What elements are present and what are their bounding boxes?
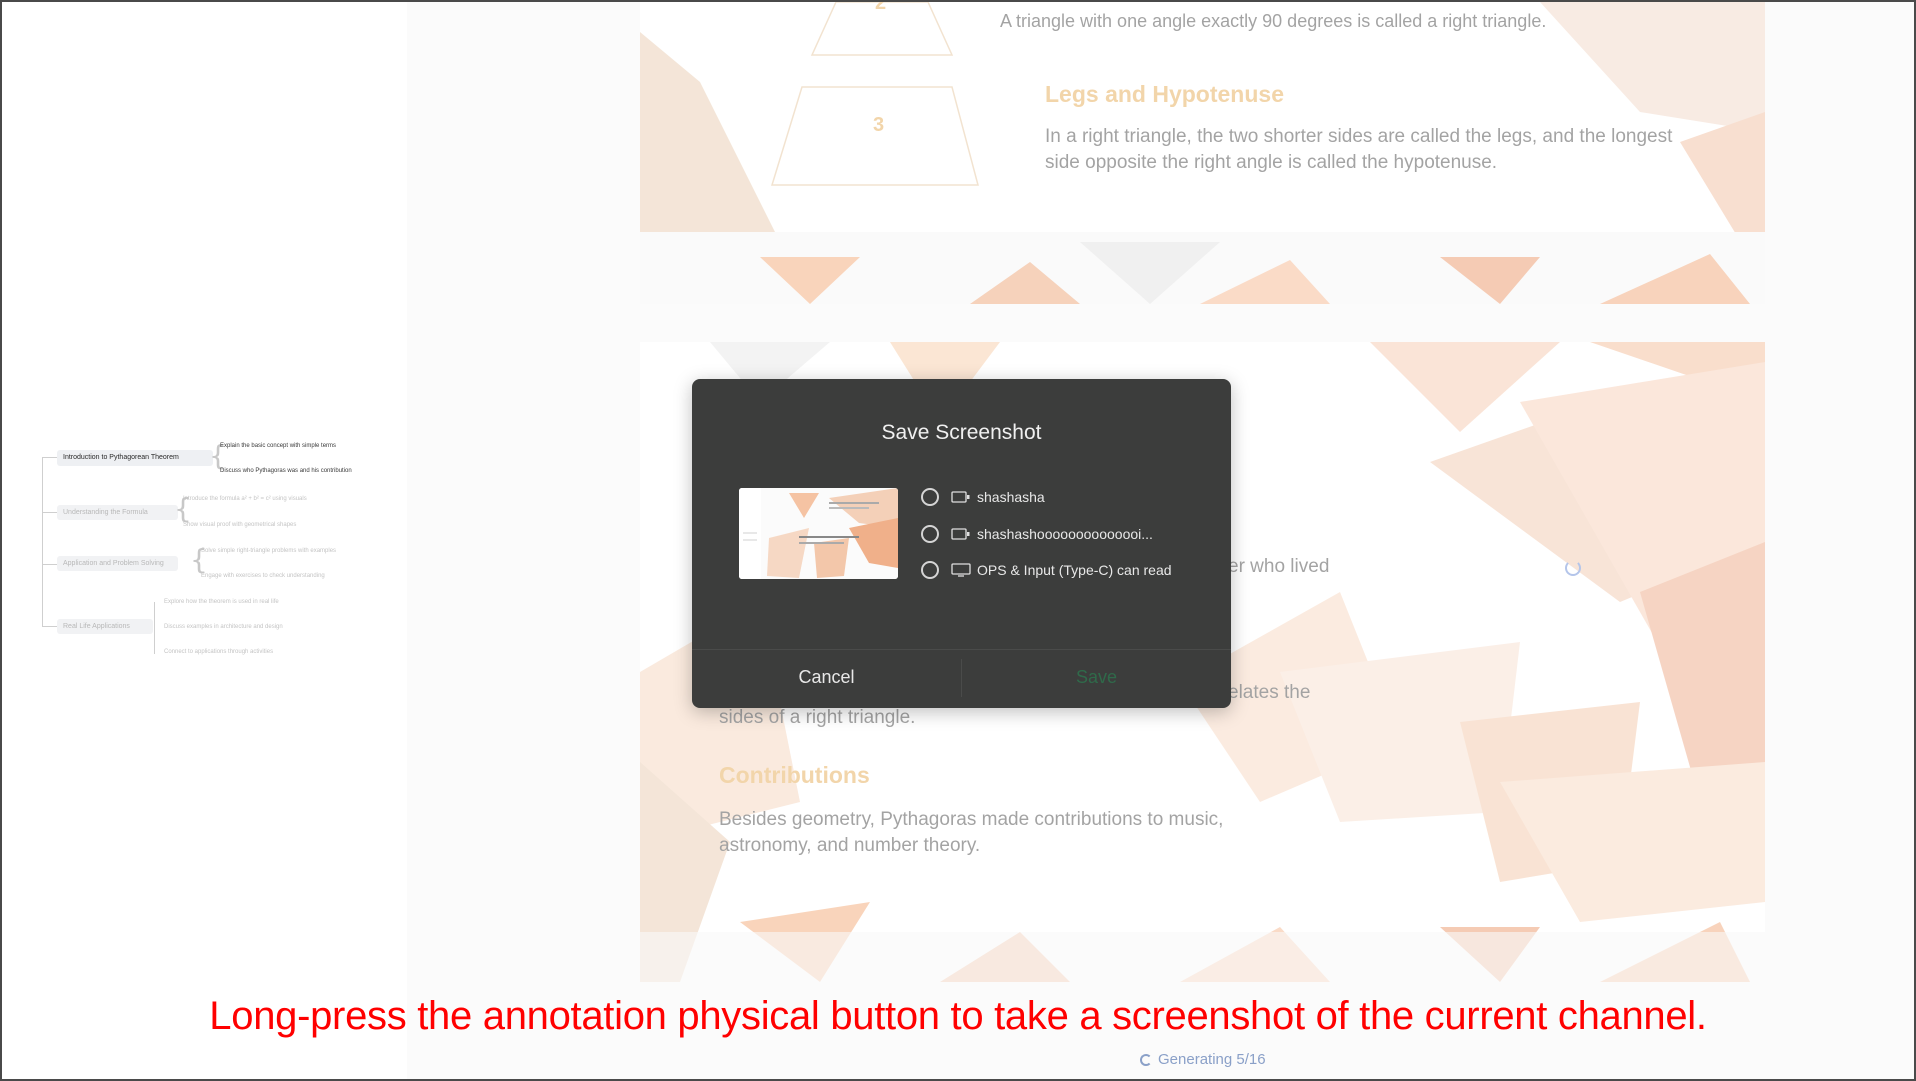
thumbnail-preview-image: [739, 488, 898, 579]
mindmap-trunk: [42, 457, 43, 627]
monitor-icon: [951, 563, 971, 577]
mindmap-branch[interactable]: Real Life Applications: [57, 619, 153, 634]
save-button[interactable]: Save: [962, 651, 1231, 703]
slide-heading: Legs and Hypotenuse: [1045, 81, 1284, 107]
dialog-title: Save Screenshot: [881, 421, 1042, 444]
loading-spinner-icon: [1565, 560, 1581, 576]
status-text: Generating 5/16: [1158, 1051, 1266, 1068]
mindmap-leaf[interactable]: Show visual proof with geometrical shape…: [183, 522, 296, 528]
mindmap-leaf[interactable]: Explain the basic concept with simple te…: [220, 443, 336, 449]
slide-1[interactable]: 2 A triangle with one angle exactly 90 d…: [640, 0, 1765, 304]
tablet-icon: [951, 490, 971, 504]
save-screenshot-dialog: Save Screenshot shashasha shashashoooooo…: [692, 379, 1231, 708]
instruction-caption: Long-press the annotation physical butto…: [209, 994, 1707, 1038]
mindmap-connector: [154, 602, 155, 654]
radio-button[interactable]: [921, 561, 939, 579]
loading-icon: [1140, 1053, 1152, 1066]
divider: [692, 649, 1231, 650]
slide-text: In a right triangle, the two shorter sid…: [1045, 126, 1673, 173]
mindmap-connector: [42, 626, 57, 627]
slide-heading: Contributions: [719, 762, 870, 788]
radio-button[interactable]: [921, 525, 939, 543]
channel-option-label: OPS & Input (Type-C) can read: [977, 562, 1172, 578]
mindmap-leaf[interactable]: Explore how the theorem is used in real …: [164, 599, 279, 605]
step-number: 3: [873, 114, 885, 136]
mindmap-leaf[interactable]: Introduce the formula a² + b² = c² using…: [183, 496, 307, 502]
channel-option-3[interactable]: OPS & Input (Type-C) can read: [921, 558, 1172, 582]
slide-text-partial: sides of a right triangle.: [719, 707, 916, 728]
mindmap-leaf[interactable]: Discuss examples in architecture and des…: [164, 624, 283, 630]
mindmap-panel: Introduction to Pythagorean Theorem { Ex…: [2, 2, 407, 1079]
mindmap-connector: [42, 564, 57, 565]
channel-option-label: shashasha: [977, 489, 1045, 505]
pyramid-step-graphic: [770, 2, 979, 186]
slide-text: A triangle with one angle exactly 90 deg…: [1000, 11, 1547, 31]
radio-button[interactable]: [921, 488, 939, 506]
slide-text-partial: er who lived: [1228, 556, 1330, 577]
channel-option-1[interactable]: shashasha: [921, 485, 1045, 509]
mindmap-leaf[interactable]: Connect to applications through activiti…: [164, 649, 273, 655]
mindmap-connector: [42, 512, 57, 513]
mindmap-branch[interactable]: Application and Problem Solving: [57, 556, 178, 571]
step-number: 2: [875, 0, 887, 14]
screen-frame: Introduction to Pythagorean Theorem { Ex…: [0, 0, 1916, 1081]
channel-option-label: shashashoooooooooooooi...: [977, 526, 1153, 542]
cancel-button[interactable]: Cancel: [692, 651, 961, 703]
mindmap-connector: [42, 457, 57, 458]
slide-text: Besides geometry, Pythagoras made contri…: [719, 809, 1224, 856]
mindmap-root-node[interactable]: Introduction to Pythagorean Theorem: [57, 450, 213, 466]
mindmap-branch[interactable]: Understanding the Formula: [57, 505, 178, 520]
screenshot-thumbnail: [739, 488, 898, 579]
channel-option-2[interactable]: shashashoooooooooooooi...: [921, 522, 1153, 546]
mindmap-leaf[interactable]: Engage with exercises to check understan…: [201, 573, 325, 579]
tablet-icon: [951, 527, 971, 541]
mindmap-leaf[interactable]: Discuss who Pythagoras was and his contr…: [220, 468, 352, 474]
slide-text-partial: elates the: [1228, 682, 1311, 703]
generating-status: Generating 5/16: [1140, 1051, 1266, 1068]
mindmap-leaf[interactable]: Solve simple right-triangle problems wit…: [201, 548, 336, 554]
